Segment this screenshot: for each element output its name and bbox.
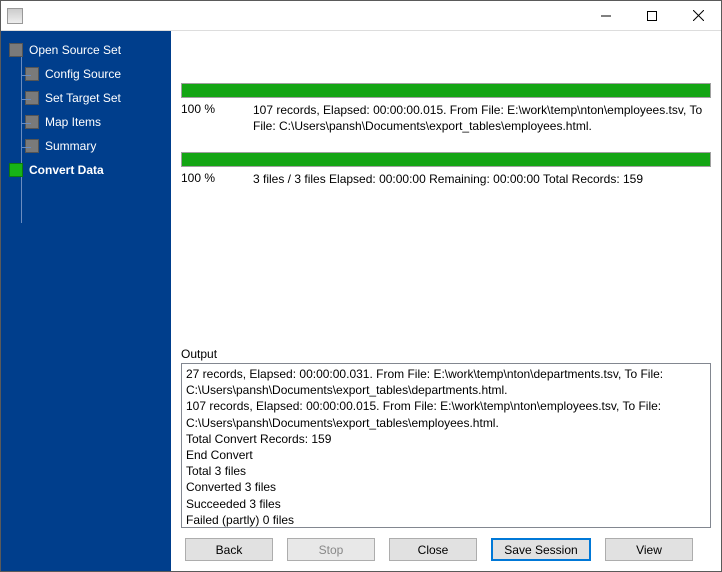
file-progress-bar	[181, 83, 711, 98]
overall-progress-percent: 100 %	[181, 171, 253, 185]
step-box-icon	[9, 163, 23, 177]
stop-button: Stop	[287, 538, 375, 561]
nav-convert-data[interactable]: Convert Data	[9, 163, 163, 177]
file-progress-percent: 100 %	[181, 102, 253, 116]
nav-map-items[interactable]: Map Items	[25, 115, 163, 129]
sidebar: Open Source Set Config Source Set Target…	[1, 31, 171, 571]
tree-connector	[21, 53, 22, 223]
step-box-icon	[9, 43, 23, 57]
output-line: 107 records, Elapsed: 00:00:00.015. From…	[186, 398, 706, 430]
overall-progress-bar	[181, 152, 711, 167]
progress-section: 100 % 107 records, Elapsed: 00:00:00.015…	[181, 83, 711, 206]
overall-progress-text: 3 files / 3 files Elapsed: 00:00:00 Rema…	[253, 171, 711, 187]
close-button[interactable]: Close	[389, 538, 477, 561]
output-line: Total 3 files	[186, 463, 706, 479]
maximize-button[interactable]	[629, 1, 675, 31]
file-progress-text: 107 records, Elapsed: 00:00:00.015. From…	[253, 102, 711, 134]
output-line: 27 records, Elapsed: 00:00:00.031. From …	[186, 366, 706, 398]
content-area: Open Source Set Config Source Set Target…	[1, 31, 721, 571]
nav-label: Summary	[45, 139, 96, 153]
nav-label: Map Items	[45, 115, 101, 129]
nav-config-source[interactable]: Config Source	[25, 67, 163, 81]
output-line: End Convert	[186, 447, 706, 463]
window-controls	[583, 1, 721, 31]
nav-label: Config Source	[45, 67, 121, 81]
output-line: Total Convert Records: 159	[186, 431, 706, 447]
nav-open-source-set[interactable]: Open Source Set	[9, 43, 163, 57]
nav-set-target-set[interactable]: Set Target Set	[25, 91, 163, 105]
step-box-icon	[25, 115, 39, 129]
minimize-button[interactable]	[583, 1, 629, 31]
view-button[interactable]: View	[605, 538, 693, 561]
output-line: Succeeded 3 files	[186, 496, 706, 512]
output-label: Output	[181, 337, 711, 361]
nav-summary[interactable]: Summary	[25, 139, 163, 153]
nav-label: Convert Data	[29, 163, 104, 177]
button-row: Back Stop Close Save Session View	[181, 538, 711, 561]
app-icon	[7, 8, 23, 24]
step-box-icon	[25, 67, 39, 81]
output-textarea[interactable]: 27 records, Elapsed: 00:00:00.031. From …	[181, 363, 711, 528]
nav-label: Set Target Set	[45, 91, 121, 105]
output-line: Failed (partly) 0 files	[186, 512, 706, 528]
back-button[interactable]: Back	[185, 538, 273, 561]
output-line: Converted 3 files	[186, 479, 706, 495]
save-session-button[interactable]: Save Session	[491, 538, 591, 561]
main-panel: 100 % 107 records, Elapsed: 00:00:00.015…	[171, 31, 721, 571]
file-progress-row: 100 % 107 records, Elapsed: 00:00:00.015…	[181, 102, 711, 134]
step-box-icon	[25, 91, 39, 105]
overall-progress-row: 100 % 3 files / 3 files Elapsed: 00:00:0…	[181, 171, 711, 187]
step-box-icon	[25, 139, 39, 153]
close-window-button[interactable]	[675, 1, 721, 31]
titlebar	[1, 1, 721, 31]
nav-label: Open Source Set	[29, 43, 121, 57]
